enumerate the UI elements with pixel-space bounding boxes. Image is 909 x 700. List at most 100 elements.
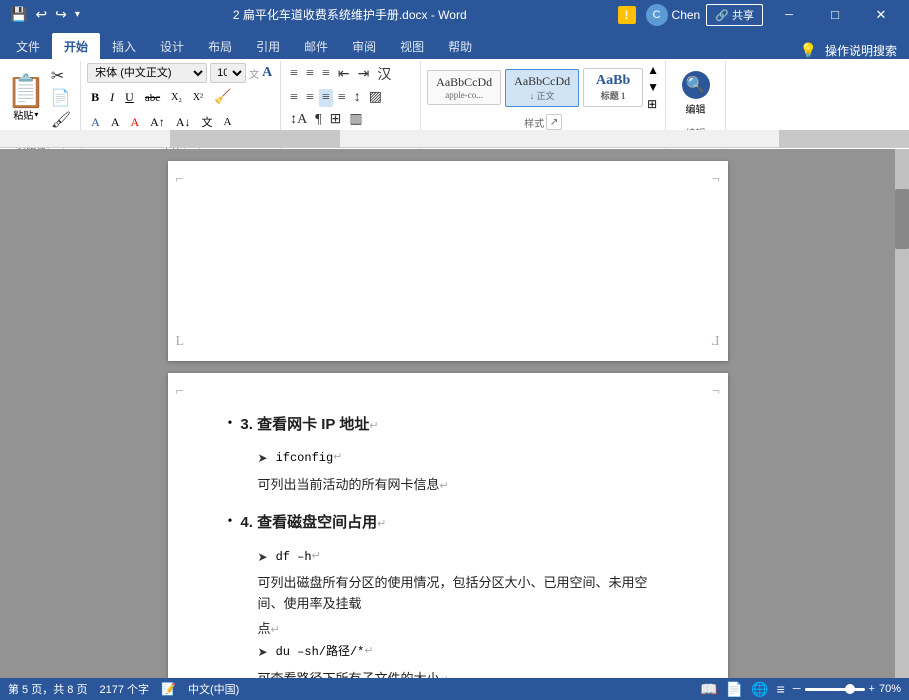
tab-review[interactable]: 审阅 [340, 33, 388, 59]
paste-button[interactable]: 📋 粘贴 ▾ [6, 75, 46, 122]
page1-spacer [228, 191, 668, 241]
scroll-thumb[interactable] [895, 189, 909, 249]
quick-access-toolbar: 💾 ↩ ↪ ▾ [8, 4, 82, 25]
close-button[interactable]: ✕ [861, 0, 901, 29]
vertical-scrollbar[interactable] [895, 149, 909, 678]
align-center-button[interactable]: ≡ [303, 89, 317, 107]
cut-button[interactable]: ✂ [48, 66, 74, 87]
document-scroll[interactable]: ⌐ ⌐ L L ⌐ ⌐ • 3. 查看网卡 IP 地址↵ ➤ ifconfig↵… [0, 149, 909, 678]
strikethrough-button[interactable]: abc [141, 90, 164, 106]
redo-icon[interactable]: ↪ [53, 4, 69, 25]
tab-mailings[interactable]: 邮件 [292, 33, 340, 59]
tab-help[interactable]: 帮助 [436, 33, 484, 59]
align-left-button[interactable]: ≡ [287, 89, 301, 107]
minimize-button[interactable]: ─ [769, 0, 809, 29]
editing-search-button[interactable]: 🔍 编辑 [682, 63, 710, 123]
column-button[interactable]: ▥ [346, 110, 365, 129]
numbered-list-button[interactable]: ≡ [303, 65, 317, 83]
font-size-up-button[interactable]: A↑ [146, 113, 169, 132]
bullet-4: • [228, 511, 233, 533]
df-cmd: df –h [276, 548, 312, 567]
font-color-button[interactable]: A [127, 113, 144, 132]
font-size-select[interactable]: 10 [210, 63, 246, 83]
bullet-list-button[interactable]: ≡ [287, 65, 301, 83]
ribbon-tabs: 文件 开始 插入 设计 布局 引用 邮件 审阅 视图 帮助 💡 操作说明搜索 [0, 29, 909, 59]
margin-mark-bl: L [176, 331, 185, 353]
decrease-indent-button[interactable]: ⇤ [335, 65, 353, 84]
font-increase-button[interactable]: A [262, 65, 272, 81]
style-normal-button[interactable]: AaBbCcDd ↓ 正文 [505, 69, 579, 107]
text-effect-button[interactable]: A [87, 113, 104, 132]
multilevel-list-button[interactable]: ≡ [319, 65, 333, 83]
highlight-button[interactable]: A [107, 113, 124, 132]
page-1: ⌐ ⌐ L L [168, 161, 728, 361]
border-button[interactable]: ⊞ [327, 110, 345, 129]
subscript-button[interactable]: X₂ [167, 90, 186, 105]
line-spacing-button[interactable]: ↕ [351, 89, 364, 107]
para-controls: ≡ ≡ ≡ ⇤ ⇥ 汉 ≡ ≡ ≡ ≡ ↕ ▨ ↕A ¶ [287, 63, 414, 129]
read-mode-icon[interactable]: 📖 [700, 681, 717, 698]
superscript-button[interactable]: X² [189, 90, 207, 105]
ifconfig-pilcrow: ↵ [333, 449, 342, 467]
copy-button[interactable]: 📄 [48, 88, 74, 109]
tab-references[interactable]: 引用 [244, 33, 292, 59]
zoom-slider[interactable] [805, 688, 865, 691]
undo-icon[interactable]: ↩ [33, 4, 49, 25]
section4-desc1: 可列出磁盘所有分区的使用情况，包括分区大小、已用空间、未用空间、使用率及挂载 [258, 573, 668, 615]
section-3-title: 3. 查看网卡 IP 地址 [240, 416, 369, 433]
search-label[interactable]: 操作说明搜索 [825, 42, 897, 59]
bold-button[interactable]: B [87, 88, 103, 107]
tab-insert[interactable]: 插入 [100, 33, 148, 59]
style-up-button[interactable]: ▲ [647, 63, 659, 78]
italic-button[interactable]: I [106, 88, 118, 107]
ruler-margin-left [170, 130, 340, 148]
clear-format-button[interactable]: 🧹 [210, 87, 235, 108]
restore-button[interactable]: □ [815, 0, 855, 29]
lightbulb-icon: 💡 [800, 42, 817, 59]
underline-button[interactable]: U [121, 88, 138, 107]
pilcrow-button[interactable]: ¶ [312, 111, 324, 129]
tab-home[interactable]: 开始 [52, 33, 100, 59]
arrow-icon-3: ➤ [258, 643, 268, 662]
page2-mark-tl: ⌐ [176, 381, 184, 403]
style-apple: AaBbCcDd apple-co... [427, 63, 501, 112]
styles-expand[interactable]: ↗ [546, 114, 562, 130]
status-right: 📖 📄 🌐 ≡ ─ + 70% [700, 681, 901, 698]
chinese-sort-button[interactable]: 汉 [374, 63, 394, 85]
title-bar: 💾 ↩ ↪ ▾ 2 扁平化车道收费系统维护手册.docx - Word ! C … [0, 0, 909, 29]
encircle-button[interactable]: A [220, 114, 236, 130]
customize-icon[interactable]: ▾ [73, 7, 82, 22]
ruler-margin-right [779, 130, 909, 148]
align-right-button[interactable]: ≡ [319, 89, 333, 107]
increase-indent-button[interactable]: ⇥ [355, 65, 373, 84]
zoom-level: 70% [879, 683, 901, 695]
font-family-select[interactable]: 宋体 (中文正文) [87, 63, 207, 83]
justify-button[interactable]: ≡ [335, 89, 349, 107]
section4-cmd2: ➤ du –sh/路径/*↵ [258, 643, 668, 662]
shading-button[interactable]: ▨ [366, 88, 385, 107]
tab-view[interactable]: 视图 [388, 33, 436, 59]
tab-design[interactable]: 设计 [148, 33, 196, 59]
print-layout-icon[interactable]: 📄 [726, 681, 743, 698]
zoom-out-button[interactable]: ─ [793, 683, 801, 695]
format-painter-button[interactable]: 🖌 [48, 110, 74, 131]
save-icon[interactable]: 💾 [8, 4, 29, 25]
web-layout-icon[interactable]: 🌐 [751, 681, 768, 698]
tab-file[interactable]: 文件 [4, 33, 52, 59]
share-button[interactable]: 🔗 共享 [706, 4, 763, 26]
style-heading1-button[interactable]: AaBb 标题 1 [583, 68, 643, 107]
font-controls: 宋体 (中文正文) 10 文 A B I U abc X₂ X² 🧹 [87, 63, 274, 134]
outline-icon[interactable]: ≡ [777, 681, 785, 697]
style-down-button[interactable]: ▼ [647, 80, 659, 95]
sort-button[interactable]: ↕A [287, 111, 310, 129]
user-name: Chen [672, 8, 701, 22]
tab-layout[interactable]: 布局 [196, 33, 244, 59]
style-expand-button[interactable]: ⊞ [647, 97, 659, 112]
editing-label-text: 编辑 [686, 101, 706, 116]
zoom-in-button[interactable]: + [869, 683, 875, 695]
language-indicator: 中文(中国) [188, 681, 239, 697]
section-4-title: 4. 查看磁盘空间占用 [240, 514, 377, 531]
section-4-item: • 4. 查看磁盘空间占用↵ [228, 511, 668, 535]
search-button[interactable]: 🔍 [682, 71, 710, 99]
style-apple-button[interactable]: AaBbCcDd apple-co... [427, 70, 501, 105]
